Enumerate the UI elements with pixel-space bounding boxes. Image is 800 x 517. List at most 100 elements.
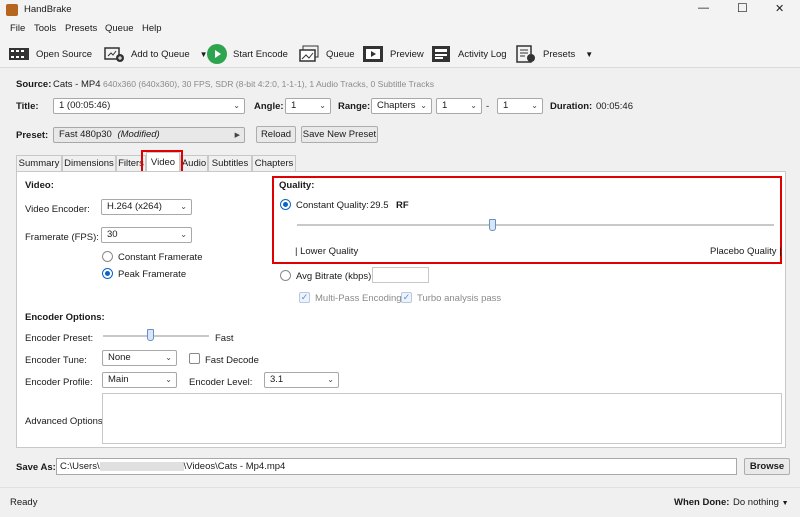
constant-quality-value: 29.5	[370, 200, 389, 211]
status-text: Ready	[10, 497, 38, 508]
range-start-select[interactable]: 1 ⌄	[436, 98, 482, 114]
tab-summary[interactable]: Summary	[16, 155, 62, 171]
encoder-tune-label: Encoder Tune:	[25, 355, 87, 366]
presets-button[interactable]: Presets ▼	[515, 43, 593, 65]
multipass-checkbox[interactable]: ✓	[299, 292, 310, 303]
activity-log-label: Activity Log	[458, 48, 507, 60]
chevron-down-icon: ⌄	[531, 101, 538, 110]
range-end-select[interactable]: 1 ⌄	[497, 98, 543, 114]
activity-log-icon	[430, 45, 452, 63]
activity-log-button[interactable]: Activity Log	[430, 43, 507, 65]
preview-label: Preview	[390, 48, 424, 60]
when-done-select[interactable]: Do nothing ▼	[733, 497, 789, 508]
quality-slider-thumb[interactable]	[488, 219, 496, 231]
add-queue-icon	[103, 45, 125, 63]
start-encode-label: Start Encode	[233, 48, 288, 60]
chevron-down-icon[interactable]: ▼	[585, 50, 593, 59]
chevron-down-icon: ⌄	[327, 375, 334, 384]
tab-chapters[interactable]: Chapters	[252, 155, 296, 171]
preset-select[interactable]: Fast 480p30 (Modified) ▶	[53, 127, 245, 143]
queue-icon	[298, 45, 320, 63]
when-done-label: When Done:	[674, 497, 730, 508]
save-path-prefix: C:\Users\	[60, 461, 100, 472]
toolbar: Open Source Add to Queue ▼ Start Encode …	[0, 38, 800, 68]
constant-framerate-label: Constant Framerate	[118, 252, 203, 263]
preset-value: Fast 480p30	[59, 129, 112, 140]
chevron-down-icon: ⌄	[165, 353, 172, 362]
fast-decode-checkbox[interactable]	[189, 353, 200, 364]
menu-queue[interactable]: Queue	[105, 23, 134, 34]
constant-framerate-radio[interactable]	[102, 251, 113, 262]
encoder-profile-value: Main	[108, 374, 129, 385]
tab-audio[interactable]: Audio	[180, 155, 208, 171]
save-as-label: Save As:	[16, 462, 56, 473]
range-start-value: 1	[442, 100, 448, 111]
video-encoder-value: H.264 (x264)	[107, 201, 162, 212]
preset-label: Preset:	[16, 130, 49, 141]
tab-subtitles[interactable]: Subtitles	[208, 155, 252, 171]
avg-bitrate-input[interactable]	[372, 267, 429, 283]
start-encode-button[interactable]: Start Encode	[207, 43, 288, 65]
encoder-options-heading: Encoder Options:	[25, 312, 105, 323]
queue-button[interactable]: Queue	[298, 43, 355, 65]
encoder-level-value: 3.1	[270, 374, 284, 385]
title-bar: HandBrake — ☐ ✕	[0, 0, 800, 20]
preview-button[interactable]: Preview	[362, 43, 424, 65]
app-logo-icon	[6, 4, 18, 16]
quality-heading: Quality:	[279, 180, 315, 191]
avg-bitrate-radio[interactable]	[280, 270, 291, 281]
menu-presets[interactable]: Presets	[65, 23, 97, 34]
lower-quality-label: | Lower Quality	[295, 246, 359, 257]
presets-label: Presets	[543, 48, 576, 60]
chevron-down-icon: ⌄	[180, 230, 187, 239]
chevron-down-icon: ⌄	[180, 202, 187, 211]
title-select[interactable]: 1 (00:05:46) ⌄	[53, 98, 245, 114]
encoder-preset-slider-thumb[interactable]	[146, 329, 154, 341]
presets-icon	[515, 45, 537, 63]
add-to-queue-button[interactable]: Add to Queue ▼	[103, 43, 208, 65]
menu-tools[interactable]: Tools	[34, 23, 56, 34]
encoder-tune-value: None	[108, 352, 131, 363]
window-title: HandBrake	[24, 4, 72, 15]
reload-button[interactable]: Reload	[256, 126, 296, 143]
advanced-options-input[interactable]	[102, 393, 782, 444]
browse-button[interactable]: Browse	[744, 458, 790, 475]
video-encoder-select[interactable]: H.264 (x264) ⌄	[101, 199, 192, 215]
menu-help[interactable]: Help	[142, 23, 162, 34]
chevron-down-icon: ⌄	[470, 101, 477, 110]
framerate-select[interactable]: 30 ⌄	[101, 227, 192, 243]
encoder-tune-select[interactable]: None ⌄	[102, 350, 177, 366]
close-button[interactable]: ✕	[775, 2, 784, 15]
chevron-down-icon: ⌄	[420, 101, 427, 110]
turbo-checkbox[interactable]: ✓	[401, 292, 412, 303]
save-path-suffix: \Videos\Cats - Mp4.mp4	[183, 461, 286, 472]
chevron-right-icon: ▶	[234, 132, 240, 139]
tab-dimensions[interactable]: Dimensions	[62, 155, 116, 171]
encoder-level-label: Encoder Level:	[189, 377, 253, 388]
chevron-down-icon: ⌄	[233, 101, 240, 110]
encoder-level-select[interactable]: 3.1 ⌄	[264, 372, 339, 388]
range-separator: -	[486, 101, 490, 112]
save-new-preset-button[interactable]: Save New Preset	[301, 126, 378, 143]
angle-select[interactable]: 1 ⌄	[285, 98, 331, 114]
maximize-button[interactable]: ☐	[737, 1, 748, 15]
chevron-down-icon: ⌄	[165, 375, 172, 384]
open-source-label: Open Source	[36, 48, 92, 60]
preview-icon	[362, 45, 384, 63]
encoder-preset-slider-track[interactable]	[103, 335, 209, 337]
range-label: Range:	[338, 101, 371, 112]
peak-framerate-radio[interactable]	[102, 268, 113, 279]
range-type-select[interactable]: Chapters ⌄	[371, 98, 432, 114]
play-icon	[207, 44, 227, 64]
angle-select-value: 1	[291, 100, 297, 111]
add-to-queue-label: Add to Queue	[131, 48, 190, 60]
save-as-input[interactable]: C:\Users\ \Videos\Cats - Mp4.mp4	[56, 458, 737, 475]
menu-file[interactable]: File	[10, 23, 25, 34]
quality-slider-track[interactable]	[297, 224, 774, 226]
open-source-button[interactable]: Open Source	[8, 43, 92, 65]
encoder-profile-select[interactable]: Main ⌄	[102, 372, 177, 388]
constant-quality-radio[interactable]	[280, 199, 291, 210]
encoder-profile-label: Encoder Profile:	[25, 377, 93, 388]
minimize-button[interactable]: —	[698, 2, 709, 14]
redacted-username	[99, 461, 184, 471]
